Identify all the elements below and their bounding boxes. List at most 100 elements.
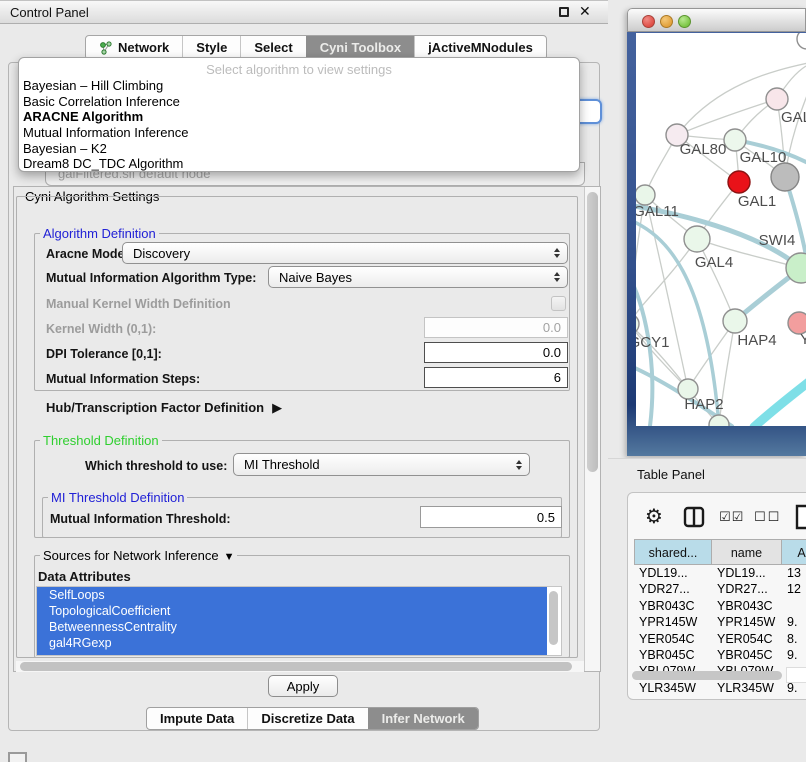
mi-type-combo[interactable]: Naive Bayes <box>268 266 568 288</box>
zoom-traffic-light-icon[interactable] <box>678 15 691 28</box>
dropdown-item[interactable]: Basic Correlation Inference <box>19 94 579 110</box>
mi-threshold-field[interactable]: 0.5 <box>420 506 562 528</box>
dpi-tolerance-field[interactable]: 0.0 <box>424 342 568 363</box>
settings-vertical-scrollbar[interactable] <box>584 187 600 671</box>
table-cell: 9. <box>782 647 806 663</box>
aracne-mode-label: Aracne Mode: <box>46 247 129 261</box>
tab-impute-data[interactable]: Impute Data <box>147 708 247 729</box>
tab-network[interactable]: Network <box>86 36 182 59</box>
attribute-list-item[interactable]: BetweennessCentrality <box>37 619 547 635</box>
tab-style[interactable]: Style <box>182 36 240 59</box>
tab-label: Select <box>254 40 292 55</box>
network-node[interactable] <box>771 163 799 191</box>
tab-select[interactable]: Select <box>240 36 305 59</box>
which-threshold-combo[interactable]: MI Threshold <box>233 453 530 476</box>
table-cell: 13 <box>782 565 806 581</box>
table-cell: YDL19... <box>634 565 712 581</box>
network-node-label: Y <box>800 331 806 348</box>
close-traffic-light-icon[interactable] <box>642 15 655 28</box>
apply-button[interactable]: Apply <box>268 675 338 697</box>
table-row[interactable]: YPR145WYPR145W9. <box>634 614 806 630</box>
table-cell: YBR043C <box>712 598 782 614</box>
tab-jactivemnodules[interactable]: jActiveMNodules <box>414 36 546 59</box>
table-cell: 9. <box>782 614 806 630</box>
threshold-definition-title: Threshold Definition <box>40 433 162 448</box>
network-node[interactable] <box>684 226 710 252</box>
float-window-icon[interactable] <box>559 7 569 17</box>
attribute-list-item[interactable]: gal4RGexp <box>37 635 547 651</box>
dropdown-item[interactable]: Bayesian – K2 <box>19 141 579 157</box>
select-columns-icon[interactable]: ☑☑ <box>719 509 744 525</box>
attribute-list-item[interactable] <box>37 651 547 656</box>
network-edge[interactable] <box>677 99 777 135</box>
sources-group-title[interactable]: Sources for Network Inference▼ <box>40 548 237 563</box>
dropdown-item[interactable]: Mutual Information Inference <box>19 125 579 141</box>
combo-stepper-icon <box>554 272 560 282</box>
mi-steps-field[interactable]: 6 <box>424 367 568 388</box>
table-row[interactable]: YDR27...YDR27...12 <box>634 581 806 597</box>
table-cell: YBR045C <box>712 647 782 663</box>
table-cell <box>782 598 806 614</box>
which-threshold-value: MI Threshold <box>244 457 320 472</box>
network-node-label: GAL <box>781 109 806 126</box>
network-window-titlebar[interactable] <box>627 8 806 32</box>
network-node[interactable] <box>797 33 806 49</box>
scrollbar-thumb[interactable] <box>20 662 572 671</box>
tab-infer-network[interactable]: Infer Network <box>368 708 478 729</box>
network-graph[interactable]: GALGAL80GAL10GAL1GAL11GAL4SWI4HAP4YGCY1H… <box>636 33 806 426</box>
export-table-icon[interactable] <box>794 503 806 536</box>
scrollbar-thumb[interactable] <box>587 192 598 472</box>
dropdown-placeholder: Select algorithm to view settings <box>19 61 579 78</box>
table-cell: YLR345W <box>712 680 782 696</box>
kernel-width-field[interactable]: 0.0 <box>424 317 568 338</box>
combo-stepper-icon <box>516 460 522 470</box>
dropdown-item[interactable]: ARACNE Algorithm <box>19 109 579 125</box>
network-node[interactable] <box>724 129 746 151</box>
network-canvas[interactable]: GALGAL80GAL10GAL1GAL11GAL4SWI4HAP4YGCY1H… <box>636 33 806 426</box>
aracne-mode-combo[interactable]: Discovery <box>122 242 568 264</box>
column-header[interactable]: shared... <box>634 539 712 565</box>
network-node-label: GAL11 <box>636 203 679 220</box>
attribute-list-item[interactable]: SelfLoops <box>37 587 547 603</box>
network-node[interactable] <box>723 309 747 333</box>
network-edge-weighted[interactable] <box>754 381 806 426</box>
table-header-row[interactable]: shared...nameA <box>634 539 806 565</box>
network-node[interactable] <box>636 185 655 205</box>
network-view-window[interactable]: GALGAL80GAL10GAL1GAL11GAL4SWI4HAP4YGCY1H… <box>627 8 806 456</box>
table-row[interactable]: YBR043CYBR043C <box>634 598 806 614</box>
manual-kernel-checkbox[interactable] <box>551 296 566 311</box>
attribute-list-item[interactable]: TopologicalCoefficient <box>37 603 547 619</box>
mi-type-label: Mutual Information Algorithm Type: <box>46 271 256 285</box>
dropdown-item[interactable]: Bayesian – Hill Climbing <box>19 78 579 94</box>
tab-cyni-toolbox[interactable]: Cyni Toolbox <box>306 36 414 59</box>
table-row[interactable]: YLR345WYLR345W9. <box>634 680 806 696</box>
table-row[interactable]: YDL19...YDL19...13 <box>634 565 806 581</box>
table-row[interactable]: YJL052CYJL052C9. <box>634 696 806 700</box>
list-scrollbar[interactable] <box>549 591 558 645</box>
expanded-arrow-icon[interactable]: ▼ <box>224 551 235 563</box>
tab-discretize-data[interactable]: Discretize Data <box>247 708 367 729</box>
deselect-columns-icon[interactable]: ☐☐ <box>754 509 781 525</box>
gear-icon[interactable]: ⚙ <box>645 504 663 529</box>
minimized-panel-icon[interactable] <box>8 752 27 762</box>
settings-horizontal-scrollbar[interactable] <box>16 661 584 672</box>
network-edge-weighted[interactable] <box>636 219 719 425</box>
algorithm-dropdown[interactable]: Select algorithm to view settings Bayesi… <box>18 57 580 172</box>
table-row[interactable]: YER054CYER054C8. <box>634 631 806 647</box>
network-node[interactable] <box>728 171 750 193</box>
collapsed-arrow-icon[interactable]: ▶ <box>272 400 282 416</box>
mi-steps-label: Mutual Information Steps: <box>46 372 200 386</box>
dropdown-item[interactable]: Dream8 DC_TDC Algorithm <box>19 156 579 172</box>
data-attributes-list[interactable]: SelfLoopsTopologicalCoefficientBetweenne… <box>36 586 562 656</box>
hub-definition-toggle[interactable]: Hub/Transcription Factor Definition▶ <box>46 400 282 416</box>
table-cell: 12 <box>782 581 806 597</box>
table-row[interactable]: YBR045CYBR045C9. <box>634 647 806 663</box>
column-header[interactable]: A <box>782 539 806 565</box>
split-columns-icon[interactable] <box>683 506 705 533</box>
mi-type-value: Naive Bayes <box>279 270 352 285</box>
table-horizontal-scrollbar[interactable] <box>632 671 782 680</box>
close-icon[interactable]: ✕ <box>579 3 591 20</box>
column-header[interactable]: name <box>712 539 782 565</box>
minimize-traffic-light-icon[interactable] <box>660 15 673 28</box>
network-node[interactable] <box>766 88 788 110</box>
